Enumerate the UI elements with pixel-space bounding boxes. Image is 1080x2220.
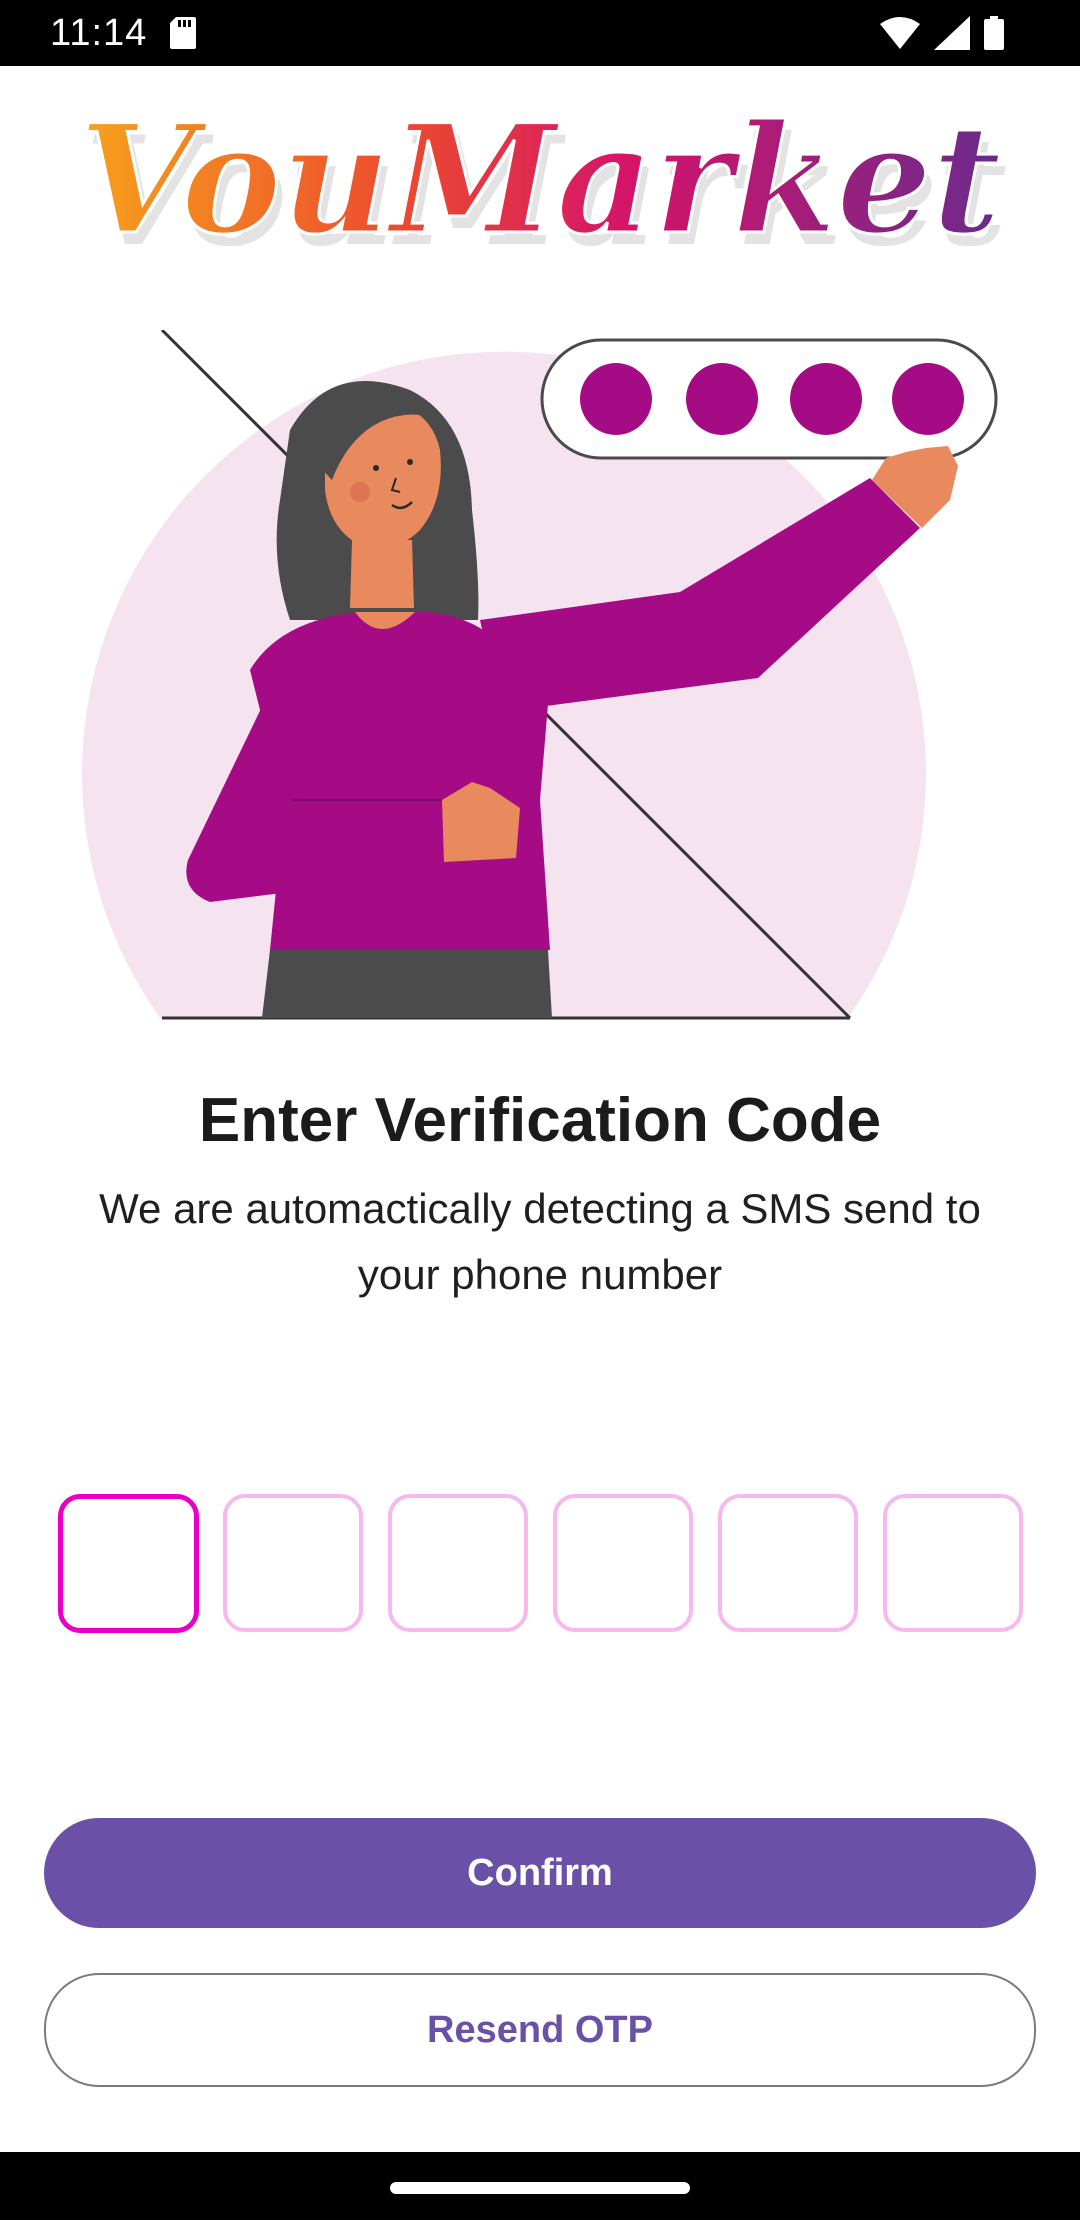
page-title: Enter Verification Code [198, 1086, 882, 1155]
status-icons [880, 14, 1004, 52]
otp-digit-3[interactable] [388, 1494, 528, 1632]
status-bar: 11:14 [0, 0, 1080, 66]
wifi-icon [880, 17, 920, 49]
pin-dots-bubble [540, 338, 998, 460]
sd-card-icon [170, 17, 196, 49]
resend-otp-button[interactable]: Resend OTP [44, 1973, 1036, 2087]
svg-text:VouMarket: VouMarket [79, 92, 1002, 268]
otp-digit-1[interactable] [58, 1494, 199, 1633]
otp-digit-6[interactable] [883, 1494, 1023, 1632]
woman-torso [250, 612, 550, 950]
status-time: 11:14 [50, 12, 148, 54]
battery-icon [984, 16, 1004, 50]
voumarket-logo: VouMarket VouMarket [77, 92, 1007, 280]
otp-input-row [58, 1494, 1024, 1633]
page-subtitle: We are automactically detecting a SMS se… [99, 1185, 981, 1298]
cell-signal-icon [934, 16, 970, 50]
otp-digit-5[interactable] [718, 1494, 858, 1632]
otp-digit-4[interactable] [553, 1494, 693, 1632]
navigation-bar [0, 2152, 1080, 2220]
woman-skirt [262, 950, 552, 1018]
otp-digit-2[interactable] [223, 1494, 363, 1632]
home-gesture-handle[interactable] [390, 2182, 690, 2194]
verification-illustration [82, 330, 998, 1020]
otp-verification-screen: 11:14 VouMarket VouMarket Enter Verifica… [0, 0, 1080, 2220]
confirm-button[interactable]: Confirm [44, 1818, 1036, 1928]
